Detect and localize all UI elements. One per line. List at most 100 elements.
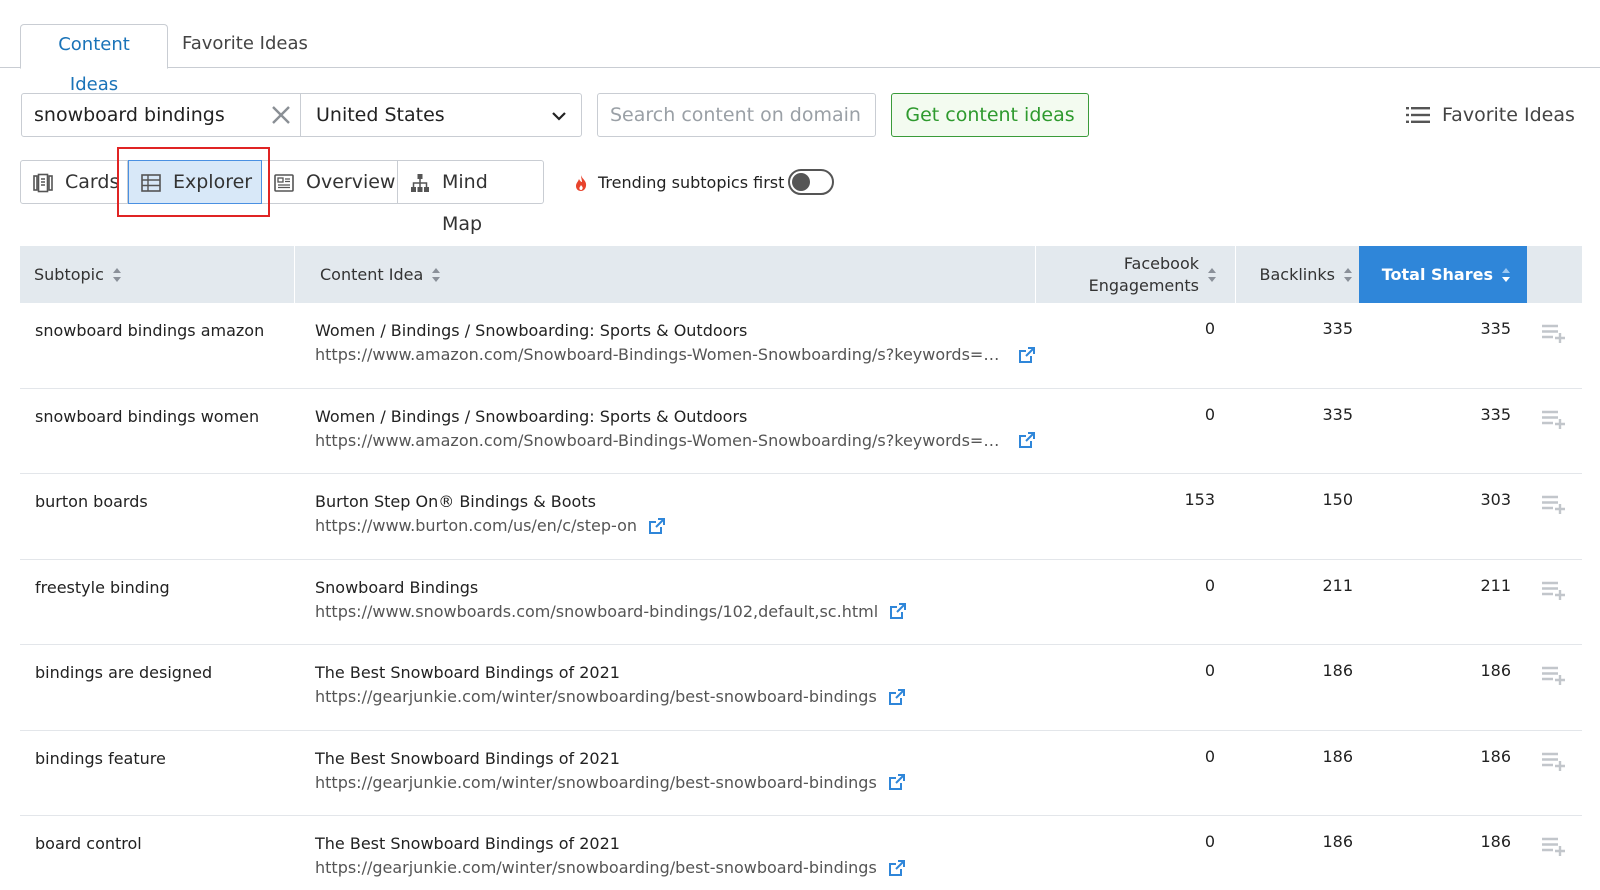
content-idea-url-text[interactable]: https://gearjunkie.com/winter/snowboardi… (315, 773, 877, 792)
view-explorer-button[interactable]: Explorer (128, 160, 262, 204)
content-idea-title[interactable]: The Best Snowboard Bindings of 2021 (315, 749, 620, 768)
toggle-knob (792, 173, 810, 191)
backlinks-cell: 150 (1322, 490, 1353, 509)
backlinks-cell: 211 (1322, 575, 1353, 595)
content-idea-url-text[interactable]: https://www.burton.com/us/en/c/step-on (315, 516, 637, 535)
column-header-facebook-line-1: Facebook (1123, 253, 1199, 273)
facebook-engagements-cell: 0 (1204, 746, 1215, 766)
favorite-ideas-label: Favorite Ideas (1442, 104, 1575, 126)
add-to-list-icon[interactable] (1541, 751, 1565, 771)
external-link-icon[interactable] (888, 688, 905, 705)
external-link-icon[interactable] (1019, 346, 1035, 363)
table-row: bindings feature The Best Snowboard Bind… (20, 731, 1582, 816)
total-shares-cell: 186 (1480, 832, 1511, 851)
content-idea-title[interactable]: Women / Bindings / Snowboarding: Sports … (315, 321, 747, 340)
keyword-input[interactable] (22, 94, 262, 136)
facebook-engagements-cell: 0 (1204, 832, 1215, 851)
overview-icon (274, 174, 294, 192)
subtopic-cell: board control (35, 834, 142, 853)
content-idea-url-text[interactable]: https://gearjunkie.com/winter/snowboardi… (315, 858, 877, 877)
country-select[interactable]: United States (300, 93, 582, 137)
content-idea-url-text[interactable]: https://www.amazon.com/Snowboard-Binding… (315, 431, 1007, 450)
flame-icon (576, 175, 587, 191)
content-idea-url-text[interactable]: https://www.amazon.com/Snowboard-Binding… (315, 345, 1007, 364)
add-to-list-icon[interactable] (1541, 665, 1565, 685)
backlinks-cell: 186 (1322, 832, 1353, 851)
external-link-icon[interactable] (888, 859, 905, 876)
total-shares-cell: 186 (1480, 661, 1511, 680)
column-header-total-shares[interactable]: Total Shares (1359, 246, 1527, 303)
view-switcher: Cards Explorer Overview Mind Map (20, 160, 544, 235)
content-idea-url: https://www.amazon.com/Snowboard-Binding… (315, 345, 1035, 364)
table-row: bindings are designed The Best Snowboard… (20, 645, 1582, 731)
content-idea-url: https://gearjunkie.com/winter/snowboardi… (315, 687, 905, 706)
column-header-backlinks-label: Backlinks (1259, 265, 1335, 284)
table-body: snowboard bindings amazon Women / Bindin… (20, 303, 1582, 890)
subtopic-cell: bindings are designed (35, 663, 213, 682)
sort-icon (1208, 267, 1216, 282)
table-header: Subtopic Content Idea Facebook Engagemen… (20, 246, 1582, 303)
total-shares-cell: 211 (1480, 575, 1511, 595)
table-row: snowboard bindings women Women / Binding… (20, 389, 1582, 474)
content-idea-url: https://gearjunkie.com/winter/snowboardi… (315, 858, 905, 877)
view-overview-button[interactable]: Overview (262, 160, 398, 204)
backlinks-cell: 186 (1322, 661, 1353, 680)
content-idea-title[interactable]: The Best Snowboard Bindings of 2021 (315, 663, 620, 682)
external-link-icon[interactable] (1019, 432, 1035, 448)
column-header-content-idea-label: Content Idea (320, 265, 424, 284)
list-icon (1406, 107, 1430, 123)
view-explorer-label: Explorer (173, 171, 253, 193)
content-idea-title[interactable]: The Best Snowboard Bindings of 2021 (315, 834, 620, 853)
table-row: snowboard bindings amazon Women / Bindin… (20, 303, 1582, 389)
trending-subtopics-toggle[interactable] (788, 169, 834, 195)
external-link-icon[interactable] (888, 774, 905, 790)
table-row: freestyle binding Snowboard Bindings htt… (20, 560, 1582, 645)
total-shares-cell: 335 (1480, 319, 1511, 338)
subtopic-cell: bindings feature (35, 748, 166, 768)
content-idea-url: https://www.amazon.com/Snowboard-Binding… (315, 431, 1035, 450)
add-to-list-icon[interactable] (1541, 409, 1565, 429)
column-header-facebook-label: Facebook Engagements (1089, 253, 1199, 297)
facebook-engagements-cell: 0 (1204, 575, 1215, 595)
add-to-list-icon[interactable] (1541, 836, 1565, 856)
add-to-list-icon[interactable] (1541, 323, 1565, 343)
trending-subtopics-text: Trending subtopics first (598, 173, 785, 192)
tab-bar: Content Ideas Favorite Ideas (0, 0, 1600, 95)
content-idea-url: https://www.burton.com/us/en/c/step-on (315, 516, 665, 535)
content-idea-title[interactable]: Burton Step On® Bindings & Boots (315, 492, 596, 511)
domain-search-input[interactable] (597, 93, 876, 137)
column-header-content-idea[interactable]: Content Idea (320, 246, 1020, 303)
view-overview-label: Overview (306, 171, 396, 193)
get-content-ideas-button[interactable]: Get content ideas (891, 93, 1089, 137)
subtopic-cell: burton boards (35, 492, 148, 511)
column-header-backlinks[interactable]: Backlinks (1236, 246, 1371, 303)
subtopic-cell: freestyle binding (35, 577, 170, 597)
add-to-list-icon[interactable] (1541, 580, 1565, 600)
backlinks-cell: 335 (1322, 404, 1353, 424)
close-icon[interactable] (270, 104, 292, 126)
favorite-ideas-link[interactable]: Favorite Ideas (1406, 101, 1575, 129)
view-mind-map-button[interactable]: Mind Map (398, 160, 544, 235)
external-link-icon[interactable] (890, 603, 907, 619)
column-header-subtopic[interactable]: Subtopic (34, 246, 294, 303)
keyword-field (21, 93, 301, 137)
content-idea-url-text[interactable]: https://www.snowboards.com/snowboard-bin… (315, 602, 878, 621)
sort-icon (112, 267, 121, 282)
content-idea-title[interactable]: Snowboard Bindings (315, 578, 478, 597)
content-idea-url: https://www.snowboards.com/snowboard-bin… (315, 602, 907, 621)
content-idea-url-text[interactable]: https://gearjunkie.com/winter/snowboardi… (315, 687, 877, 706)
content-idea-title[interactable]: Women / Bindings / Snowboarding: Sports … (315, 407, 747, 426)
add-to-list-icon[interactable] (1541, 494, 1565, 514)
table-row: board control The Best Snowboard Binding… (20, 816, 1582, 890)
backlinks-cell: 186 (1322, 746, 1353, 766)
facebook-engagements-cell: 0 (1204, 661, 1215, 680)
external-link-icon[interactable] (649, 517, 665, 534)
tab-content-ideas[interactable]: Content Ideas (20, 24, 168, 95)
total-shares-cell: 335 (1480, 404, 1511, 424)
mind-map-icon (411, 174, 429, 192)
total-shares-cell: 303 (1480, 490, 1511, 509)
tab-favorite-ideas[interactable]: Favorite Ideas (170, 24, 320, 69)
column-header-facebook-engagements[interactable]: Facebook Engagements (1040, 246, 1235, 303)
view-cards-button[interactable]: Cards (20, 160, 128, 204)
chevron-down-icon (552, 112, 566, 121)
